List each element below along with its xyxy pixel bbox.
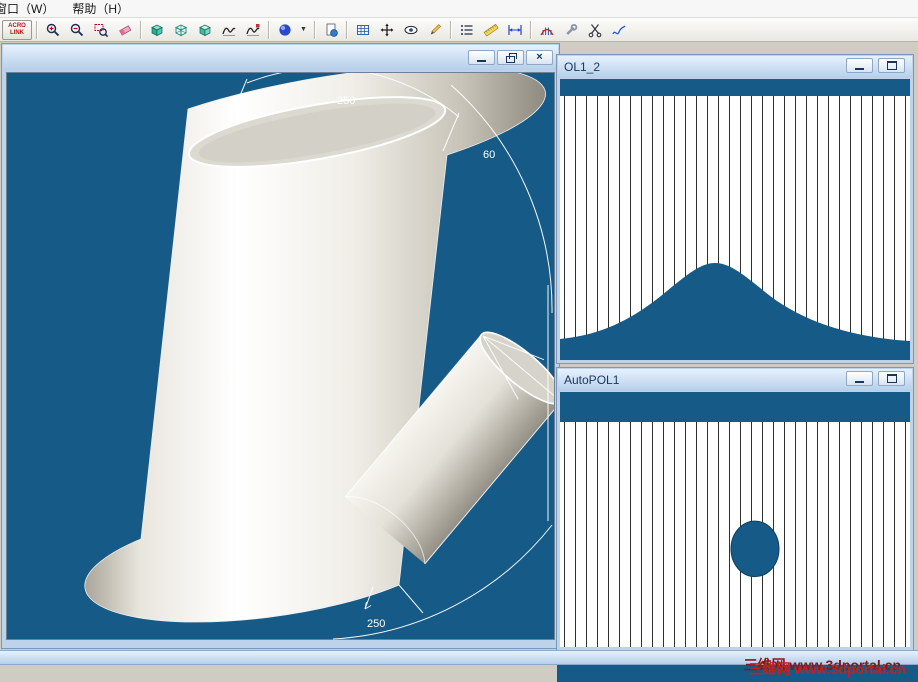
viewport-pattern-bottom[interactable]: [560, 392, 910, 647]
toolbar-separator: [530, 20, 531, 39]
minimize-button[interactable]: [846, 58, 873, 73]
window-title: AutoPOL1: [564, 373, 620, 387]
curve-flag-icon: [245, 23, 260, 36]
pencil-button[interactable]: [423, 20, 446, 40]
zoom-window-button[interactable]: [89, 20, 112, 40]
acrolink-button[interactable]: ACRO LINK: [2, 19, 32, 40]
list-button[interactable]: [455, 20, 478, 40]
toolbar: ACRO LINK ▼: [0, 18, 918, 42]
restore-button[interactable]: [497, 50, 524, 65]
minimize-button[interactable]: [468, 50, 495, 65]
zoom-previous-icon: [118, 24, 131, 36]
dim-bottom: 250: [367, 618, 385, 630]
linear-dimension-icon: [507, 24, 522, 35]
eye-icon: [404, 25, 417, 34]
shaded-view-icon: [150, 24, 163, 36]
zoom-in-button[interactable]: [41, 20, 64, 40]
menu-window[interactable]: 窗口（W）: [0, 0, 63, 17]
pan-icon: [380, 23, 393, 36]
curve-flag-button[interactable]: [241, 20, 264, 40]
zoom-window-icon: [94, 23, 108, 37]
menu-help[interactable]: 帮助（H）: [63, 0, 138, 17]
tools-icon: [565, 23, 577, 35]
acrolink-label-1: ACRO: [8, 22, 26, 29]
window-pattern-top: OL1_2: [557, 55, 913, 363]
eye-button[interactable]: [399, 20, 422, 40]
material-color-button[interactable]: [273, 20, 296, 40]
viewport-pattern-top[interactable]: [560, 79, 910, 360]
unfold-hole: [730, 520, 780, 578]
zoom-out-icon: [70, 23, 83, 36]
maximize-icon: [886, 374, 897, 383]
curve-profile-icon: [221, 27, 236, 36]
grid-button[interactable]: [351, 20, 374, 40]
grid-icon: [356, 24, 369, 35]
ruler-icon: [483, 23, 499, 37]
sketch-icon: [611, 25, 625, 34]
toolbar-separator: [140, 20, 141, 39]
material-dropdown-button[interactable]: ▼: [297, 20, 310, 40]
toolbar-separator: [268, 20, 269, 39]
dim-angle: 60: [483, 149, 495, 161]
maximize-icon: [886, 61, 897, 70]
zoom-in-icon: [46, 23, 59, 36]
shaded-view-button[interactable]: [145, 20, 168, 40]
material-color-icon: [278, 23, 291, 36]
restore-icon: [506, 52, 517, 63]
unfold-cut-curve: [560, 263, 910, 346]
toolbar-separator: [36, 20, 37, 39]
toolbar-separator: [314, 20, 315, 39]
window-3d-view: × 250 60 250: [2, 44, 559, 648]
maximize-button[interactable]: [878, 371, 905, 386]
solid-view-button[interactable]: [193, 20, 216, 40]
toolbar-separator: [450, 20, 451, 39]
application-window: 窗口（W） 帮助（H） ACRO LINK ▼ × 250 60 250 OL1…: [0, 0, 918, 682]
dim-top: 250: [337, 95, 355, 107]
acrolink-label-2: LINK: [10, 29, 24, 36]
curve-profile-button[interactable]: [217, 20, 240, 40]
wireframe-view-icon: [174, 23, 187, 36]
viewport-3d[interactable]: 250 60 250: [6, 72, 555, 640]
solid-view-icon: [198, 24, 211, 36]
close-icon: ×: [536, 51, 543, 63]
linear-dimension-button[interactable]: [503, 20, 526, 40]
scissors-icon: [588, 23, 601, 37]
unfold-pattern-top: [560, 96, 910, 346]
zoom-out-button[interactable]: [65, 20, 88, 40]
minimize-button[interactable]: [846, 371, 873, 386]
window-title: OL1_2: [564, 60, 601, 74]
unfold-button[interactable]: [535, 20, 558, 40]
list-icon: [460, 24, 472, 35]
wireframe-view-button[interactable]: [169, 20, 192, 40]
new-sheet-button[interactable]: [319, 20, 342, 40]
titlebar-3d-view[interactable]: ×: [3, 45, 558, 70]
minimize-icon: [855, 381, 864, 383]
scissors-button[interactable]: [583, 20, 606, 40]
toolbar-separator: [346, 20, 347, 39]
watermark-text: 三维网 www.3dportal.cn: [748, 661, 906, 677]
dropdown-arrow-icon: ▼: [300, 26, 307, 33]
minimize-icon: [855, 68, 864, 70]
minimize-icon: [477, 60, 486, 62]
3d-scene: 250 60 250: [84, 73, 554, 640]
menu-bar: 窗口（W） 帮助（H）: [0, 0, 918, 18]
ruler-button[interactable]: [479, 20, 502, 40]
unfold-pattern-bottom: [560, 422, 910, 647]
window-pattern-bottom: AutoPOL1: [557, 368, 913, 650]
new-sheet-icon: [326, 23, 338, 37]
close-button[interactable]: ×: [526, 50, 553, 65]
pan-button[interactable]: [375, 20, 398, 40]
pencil-icon: [430, 23, 441, 34]
zoom-previous-button[interactable]: [113, 20, 136, 40]
maximize-button[interactable]: [878, 58, 905, 73]
tools-button[interactable]: [559, 20, 582, 40]
sketch-button[interactable]: [607, 20, 630, 40]
unfold-icon: [539, 27, 554, 35]
